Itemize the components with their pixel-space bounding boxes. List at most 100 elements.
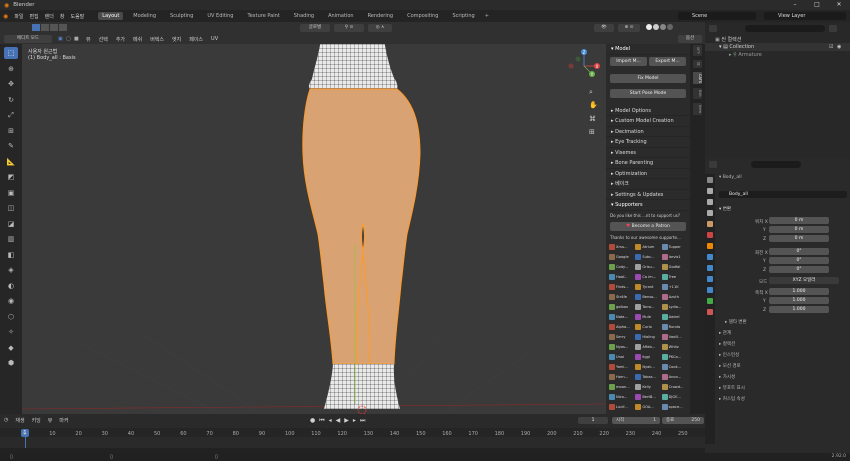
rip-icon[interactable]: ⬢ xyxy=(4,357,18,369)
spin-icon[interactable]: ◐ xyxy=(4,280,18,292)
gizmo-toggle[interactable]: ⊕ ⊙ xyxy=(618,24,640,32)
knife-icon[interactable]: ◧ xyxy=(4,249,18,261)
supporter-item[interactable]: Iiggi xyxy=(635,353,660,362)
supporter-item[interactable]: +11K xyxy=(661,283,687,292)
supporter-item[interactable]: Nyas... xyxy=(609,343,634,352)
supporter-item[interactable]: Unai xyxy=(609,353,634,362)
supporter-item[interactable]: Crowd... xyxy=(661,383,687,392)
menu-file[interactable]: 파일 xyxy=(14,13,23,20)
supporter-item[interactable]: BertB... xyxy=(635,393,660,402)
modifier-tab-icon[interactable] xyxy=(707,254,713,260)
delta-transform-section[interactable]: ▸ 델타 변환 xyxy=(725,319,747,325)
add-workspace-button[interactable]: + xyxy=(485,13,489,19)
start-pose-mode-button[interactable]: Start Pose Mode xyxy=(610,88,686,98)
menu-window[interactable]: 창 xyxy=(60,13,65,20)
menu-keying[interactable]: 키잉 xyxy=(32,417,41,424)
cursor-icon[interactable]: ⊕ xyxy=(4,63,18,75)
measure-icon[interactable]: 📐 xyxy=(4,156,18,168)
section-model-options[interactable]: ▸ Model Options xyxy=(606,106,690,116)
object-tab-icon[interactable] xyxy=(707,243,713,249)
location-z-field[interactable]: 0 m xyxy=(769,235,829,242)
options-dropdown[interactable]: 옵션 xyxy=(678,35,702,43)
vertex-select-icon[interactable]: ▣ xyxy=(58,36,63,42)
properties-search-input[interactable] xyxy=(751,161,801,168)
supporter-item[interactable]: PKCa... xyxy=(661,353,687,362)
ortho-grid-icon[interactable]: ⊞ xyxy=(589,128,595,136)
particles-tab-icon[interactable] xyxy=(707,265,713,271)
loop-cut-icon[interactable]: ▥ xyxy=(4,233,18,245)
supporter-item[interactable]: Subc... xyxy=(635,253,660,262)
supporter-item[interactable]: Iarvis1 xyxy=(661,253,687,262)
tab-edit[interactable]: Edit xyxy=(693,88,702,100)
navigation-gizmo[interactable]: X Z Y xyxy=(568,49,601,77)
menu-help[interactable]: 도움말 xyxy=(70,13,84,20)
3d-viewport[interactable]: 사용자 원근법 (1) Body_all : Basis X Z Y ⌕ ✋ ⌘… xyxy=(22,44,606,414)
supporter-item[interactable]: Serry xyxy=(609,333,634,342)
tab-view[interactable]: 뷰 xyxy=(693,60,702,68)
rotate-icon[interactable]: ↻ xyxy=(4,94,18,106)
supporter-item[interactable]: Whitz xyxy=(661,343,687,352)
mode-dropdown[interactable]: 에디트 모드 xyxy=(4,35,52,43)
workspace-tab-uv-editing[interactable]: UV Editing xyxy=(203,12,237,20)
section-decimation[interactable]: ▸ Decimation xyxy=(606,127,690,137)
jump-start-icon[interactable]: ⏮ xyxy=(319,417,324,425)
supporter-item[interactable]: Runda xyxy=(661,323,687,332)
tab-tool[interactable]: 도구 xyxy=(693,45,702,56)
edge-select-icon[interactable]: ▢ xyxy=(66,36,71,42)
menu-select[interactable]: 선택 xyxy=(99,36,108,43)
world-tab-icon[interactable] xyxy=(707,232,713,238)
render-tab-icon[interactable] xyxy=(707,188,713,194)
checkbox-icon[interactable]: ☑ xyxy=(829,44,833,50)
supporter-item[interactable]: Yami... xyxy=(609,363,634,372)
section-settings-updates[interactable]: ▸ Settings & Updates xyxy=(606,190,690,200)
play-reverse-icon[interactable]: ◀ xyxy=(336,417,341,425)
model-panel-header[interactable]: ▾ Model xyxy=(606,44,690,55)
supporter-item[interactable]: moon... xyxy=(609,383,634,392)
scale-y-field[interactable]: 1.000 xyxy=(769,297,829,304)
menu-playback[interactable]: 재생 xyxy=(15,417,24,424)
next-key-icon[interactable]: ▸ xyxy=(353,417,356,425)
supporter-item[interactable]: Anon... xyxy=(661,373,687,382)
rotation-z-field[interactable]: 0° xyxy=(769,266,829,273)
workspace-tab-scripting[interactable]: Scripting xyxy=(448,12,478,20)
supporter-item[interactable]: Awirel xyxy=(661,313,687,322)
tab-cats[interactable]: CATS xyxy=(693,71,702,85)
menu-face[interactable]: 페이스 xyxy=(189,36,203,43)
scale-x-field[interactable]: 1.000 xyxy=(769,288,829,295)
pivot-snap-buttons[interactable]: ⚲ ⊙ xyxy=(334,24,364,32)
select-box-icon[interactable]: ⬚ xyxy=(4,47,18,59)
menu-vertex[interactable]: 버텍스 xyxy=(150,36,164,43)
supporter-item[interactable]: Ca im... xyxy=(635,273,660,282)
editor-type-button[interactable] xyxy=(709,25,717,32)
end-frame-field[interactable]: 종료 250 xyxy=(662,417,704,424)
section-optimization[interactable]: ▸ Optimization xyxy=(606,169,690,179)
filter-icon[interactable] xyxy=(829,25,837,32)
supporter-item[interactable]: Hoaf... xyxy=(609,273,634,282)
export-model-button[interactable]: Export M... xyxy=(649,56,686,66)
scene-selector[interactable]: Scene xyxy=(678,12,756,20)
record-icon[interactable]: ● xyxy=(310,417,315,425)
supporter-item[interactable]: golbox xyxy=(609,303,634,312)
workspace-tab-compositing[interactable]: Compositing xyxy=(403,12,442,20)
supporter-item[interactable]: Tabas... xyxy=(635,373,660,382)
section-bake[interactable]: ▸ 베이크 xyxy=(606,179,690,190)
transform-orientation-dropdown[interactable]: 글로벌 xyxy=(300,24,330,32)
section-collections[interactable]: ▸ 컬렉션 xyxy=(719,341,735,347)
menu-timeline-view[interactable]: 뷰 xyxy=(48,417,53,424)
workspace-tab-rendering[interactable]: Rendering xyxy=(364,12,398,20)
supporter-item[interactable]: Benso... xyxy=(635,293,660,302)
menu-edit[interactable]: 편집 xyxy=(29,13,38,20)
supporter-item[interactable]: Atrium xyxy=(635,243,660,252)
transform-header[interactable]: ▾ 변환 xyxy=(719,206,731,212)
close-button[interactable]: ✕ xyxy=(828,0,850,10)
menu-edge[interactable]: 엣지 xyxy=(172,36,181,43)
timeline-editor-icon[interactable]: ◷ xyxy=(4,417,8,424)
section-supporters[interactable]: ▾ Supporters xyxy=(606,200,690,211)
physics-tab-icon[interactable] xyxy=(707,276,713,282)
supporter-item[interactable]: Finds... xyxy=(609,283,634,292)
menu-render[interactable]: 렌더 xyxy=(45,13,54,20)
scale-icon[interactable]: ⤢ xyxy=(4,109,18,121)
select-mode-buttons[interactable] xyxy=(24,24,74,32)
import-model-button[interactable]: Import M... xyxy=(610,56,647,66)
menu-uv[interactable]: UV xyxy=(211,36,218,43)
